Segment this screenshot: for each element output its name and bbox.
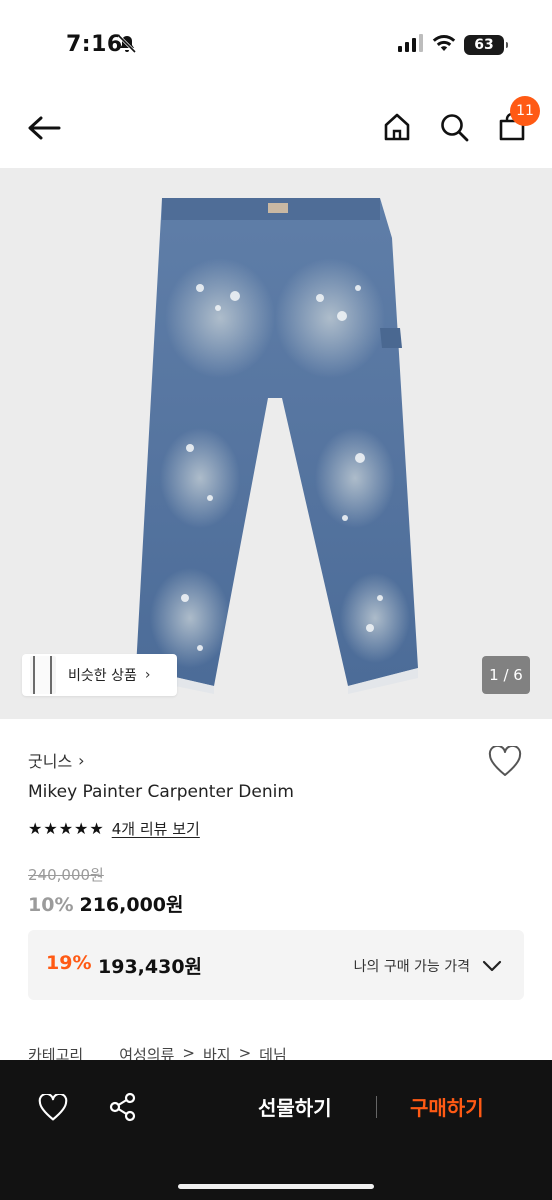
heart-icon[interactable] bbox=[38, 1092, 68, 1126]
home-icon[interactable] bbox=[380, 110, 414, 144]
image-page-indicator: 1 / 6 bbox=[482, 656, 530, 694]
bell-off-icon bbox=[117, 34, 137, 58]
category-item[interactable]: 데님 bbox=[259, 1044, 287, 1060]
view-reviews-link[interactable]: 4개 리뷰 보기 bbox=[112, 818, 200, 839]
signal-icon bbox=[398, 34, 424, 56]
status-time: 7:16 bbox=[66, 32, 123, 57]
discount-rate: 10% bbox=[28, 894, 74, 916]
home-indicator bbox=[178, 1184, 374, 1189]
my-price: 193,430원 bbox=[98, 956, 203, 978]
breadcrumb-separator: > bbox=[182, 1044, 195, 1060]
category-item[interactable]: 바지 bbox=[203, 1044, 231, 1060]
star-rating-icon: ★★★★★ bbox=[28, 819, 105, 838]
original-price: 240,000원 bbox=[28, 866, 104, 884]
chevron-down-icon bbox=[482, 958, 502, 977]
top-nav bbox=[0, 90, 552, 168]
similar-products-button[interactable]: 비슷한 상품 › bbox=[22, 654, 177, 696]
my-price-dropdown[interactable]: 19% 193,430원 나의 구매 가능 가격 bbox=[28, 930, 524, 1000]
my-price-label: 나의 구매 가능 가격 bbox=[353, 959, 470, 975]
search-icon[interactable] bbox=[437, 110, 471, 144]
back-icon[interactable] bbox=[26, 110, 62, 146]
cart-count-badge: 11 bbox=[510, 96, 540, 126]
buy-button[interactable]: 구매하기 bbox=[410, 1092, 484, 1121]
my-discount-rate: 19% bbox=[46, 952, 92, 974]
product-name: Mikey Painter Carpenter Denim bbox=[28, 782, 294, 802]
similar-products-thumbnail bbox=[30, 656, 56, 694]
gift-button[interactable]: 선물하기 bbox=[258, 1092, 332, 1121]
chevron-right-icon: › bbox=[78, 750, 85, 770]
status-bar: 7:16 63 bbox=[0, 0, 552, 90]
share-icon[interactable] bbox=[108, 1092, 138, 1126]
divider bbox=[376, 1096, 377, 1118]
brand-link[interactable]: 굿니스 › bbox=[28, 748, 85, 772]
bottom-action-bar: 선물하기 구매하기 bbox=[0, 1060, 552, 1200]
price-row: 10% 216,000원 bbox=[28, 890, 184, 917]
status-indicators: 63 bbox=[398, 34, 508, 56]
battery-icon: 63 bbox=[464, 35, 508, 55]
similar-products-label: 비슷한 상품 bbox=[68, 668, 137, 684]
category-item[interactable]: 여성의류 bbox=[119, 1044, 174, 1060]
breadcrumb-separator: > bbox=[238, 1044, 252, 1060]
rating-row: ★★★★★ 4개 리뷰 보기 bbox=[28, 818, 200, 839]
category-breadcrumb[interactable]: 여성의류 > 바지 > 데님 bbox=[119, 1044, 287, 1060]
category-row: 카테고리 여성의류 > 바지 > 데님 bbox=[28, 1044, 287, 1060]
category-label: 카테고리 bbox=[28, 1046, 84, 1060]
sale-price: 216,000원 bbox=[79, 894, 184, 916]
chevron-right-icon: › bbox=[144, 667, 151, 683]
product-image-carousel[interactable]: 비슷한 상품 › 1 / 6 bbox=[0, 168, 552, 719]
product-image bbox=[136, 198, 418, 694]
brand-name: 굿니스 bbox=[28, 752, 73, 771]
wishlist-heart-icon[interactable] bbox=[488, 744, 522, 782]
wifi-icon bbox=[432, 34, 456, 56]
